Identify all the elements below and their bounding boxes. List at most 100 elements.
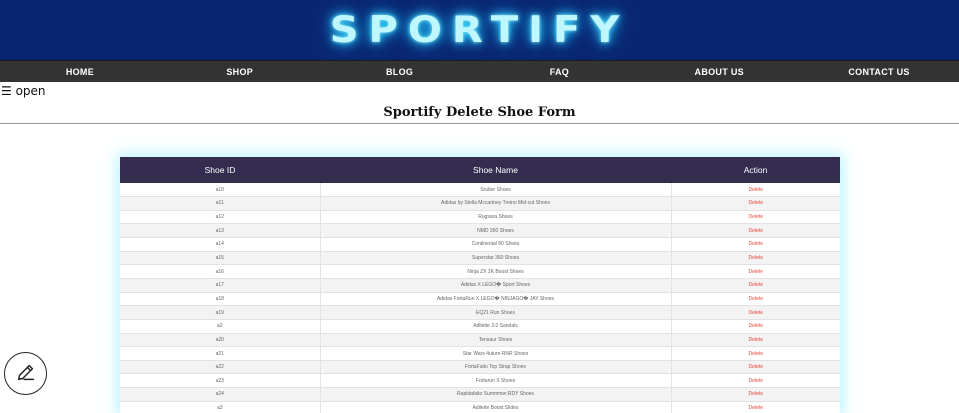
shoe-name-cell: Fortarun X Shoes [319,373,671,389]
table-row: a2 Adilette 3.0 Sandals Delete [120,319,840,334]
action-cell: Delete [670,401,840,413]
page-title: Sportify Delete Shoe Form [383,105,576,120]
delete-link[interactable]: Delete [749,310,763,316]
shoe-name-cell: NMD 360 Shoes [319,223,671,239]
nav-faq[interactable]: FAQ [479,67,639,77]
shoe-id-cell: a11 [120,196,320,211]
shoe-name-cell: Tensaur Shoes [319,333,671,348]
delete-link[interactable]: Delete [749,241,763,247]
shoe-id-cell: a16 [120,264,320,279]
action-cell: Delete [670,237,840,252]
table-row: a18 Adidas FortaRun X LEGO� NINJAGO� JAY … [120,292,840,307]
table-row: a22 FortaFaito Top Strap Shoes Delete [120,360,840,375]
delete-link[interactable]: Delete [749,200,763,206]
delete-link[interactable]: Delete [749,296,763,302]
shoe-id-cell: a21 [120,346,320,361]
action-cell: Delete [670,183,840,198]
action-cell: Delete [670,196,840,211]
shoe-name-cell: Adidas by Stella Mccartney Treino Mid-cu… [319,196,671,211]
title-divider [0,123,959,124]
action-cell: Delete [670,264,840,279]
delete-link[interactable]: Delete [749,391,763,397]
column-header-shoe-id: Shoe ID [120,157,320,183]
action-cell: Delete [670,292,840,307]
main-nav: HOME SHOP BLOG FAQ ABOUT US CONTACT US [0,60,959,82]
shoe-name-cell: Star Wars 4uture RNR Shoes [319,346,671,361]
nav-home[interactable]: HOME [0,67,160,77]
shoe-id-cell: a3 [120,401,320,413]
delete-link[interactable]: Delete [749,323,763,329]
nav-shop[interactable]: SHOP [160,67,320,77]
shoe-id-cell: a22 [120,360,320,375]
column-header-action: Action [671,157,840,183]
shoe-table-body: a10 Srutter Shoes Delete a11 Adidas by Stell… [120,183,840,413]
delete-link[interactable]: Delete [749,228,763,234]
sidebar-open-toggle[interactable]: ☰ open [1,84,46,98]
nav-blog[interactable]: BLOG [320,67,480,77]
shoe-id-cell: a18 [120,292,320,307]
shoe-id-cell: a24 [120,387,320,402]
shoe-name-cell: Srutter Shoes [319,183,671,198]
delete-link[interactable]: Delete [749,255,763,261]
table-row: a24 Rapidafaito Summmer.RDY Shoes Delete [120,387,840,402]
action-cell: Delete [670,387,840,402]
table-row: a21 Star Wars 4uture RNR Shoes Delete [120,346,840,361]
shoe-name-cell: Adidas X LEGO� Sport Shoes [319,278,671,293]
table-row: a10 Srutter Shoes Delete [120,183,840,198]
shoe-name-cell: Adidas FortaRun X LEGO� NINJAGO� JAY Sho… [319,292,671,307]
shoe-id-cell: a10 [120,183,320,198]
table-row: a15 Superstar 360 Shoes Delete [120,251,840,266]
table-header-row: Shoe ID Shoe Name Action [120,157,840,183]
edit-button[interactable] [4,352,47,395]
action-cell: Delete [670,319,840,334]
table-row: a12 Rugsara Shoes Delete [120,210,840,225]
table-row: a14 Continental 80 Shoes Delete [120,237,840,252]
shoe-id-cell: a14 [120,237,320,252]
delete-link[interactable]: Delete [749,378,763,384]
shoe-id-cell: a19 [120,305,320,320]
table-row: a20 Tensaur Shoes Delete [120,333,840,348]
shoe-id-cell: a15 [120,251,320,266]
delete-link[interactable]: Delete [749,351,763,357]
shoe-id-cell: a20 [120,333,320,348]
table-row: a23 Fortarun X Shoes Delete [120,373,840,389]
pencil-icon [15,361,37,387]
shoe-id-cell: a23 [120,373,320,389]
delete-link[interactable]: Delete [749,405,763,411]
site-logo[interactable]: SPORTIFY [330,9,630,51]
shoe-name-cell: Adilette Boost Slides [319,401,671,413]
action-cell: Delete [670,210,840,225]
shoe-id-cell: a13 [120,223,320,239]
table-row: a3 Adilette Boost Slides Delete [120,401,840,413]
shoe-table: Shoe ID Shoe Name Action a10 Srutter Shoe… [120,157,840,413]
column-header-shoe-name: Shoe Name [320,157,671,183]
shoe-id-cell: a17 [120,278,320,293]
shoe-name-cell: Adilette 3.0 Sandals [319,319,671,334]
action-cell: Delete [670,333,840,348]
nav-contact-us[interactable]: CONTACT US [799,67,959,77]
action-cell: Delete [670,251,840,266]
action-cell: Delete [670,360,840,375]
shoe-id-cell: a2 [120,319,320,334]
table-row: a16 Ninja ZX 2K Boost Shoes Delete [120,264,840,279]
table-row: a13 NMD 360 Shoes Delete [120,223,840,239]
shoe-id-cell: a12 [120,210,320,225]
delete-link[interactable]: Delete [749,364,763,370]
delete-link[interactable]: Delete [749,337,763,343]
delete-link[interactable]: Delete [749,214,763,220]
delete-link[interactable]: Delete [749,282,763,288]
action-cell: Delete [670,305,840,320]
table-row: a17 Adidas X LEGO� Sport Shoes Delete [120,278,840,293]
action-cell: Delete [670,346,840,361]
shoe-name-cell: Superstar 360 Shoes [319,251,671,266]
action-cell: Delete [670,223,840,239]
table-row: a11 Adidas by Stella Mccartney Treino Mid… [120,196,840,211]
shoe-name-cell: Rapidafaito Summmer.RDY Shoes [319,387,671,402]
shoe-name-cell: FortaFaito Top Strap Shoes [319,360,671,375]
delete-link[interactable]: Delete [749,269,763,275]
delete-link[interactable]: Delete [749,187,763,193]
action-cell: Delete [670,278,840,293]
nav-about-us[interactable]: ABOUT US [639,67,799,77]
action-cell: Delete [670,373,840,389]
shoe-name-cell: EQ21 Run Shoes [319,305,671,320]
